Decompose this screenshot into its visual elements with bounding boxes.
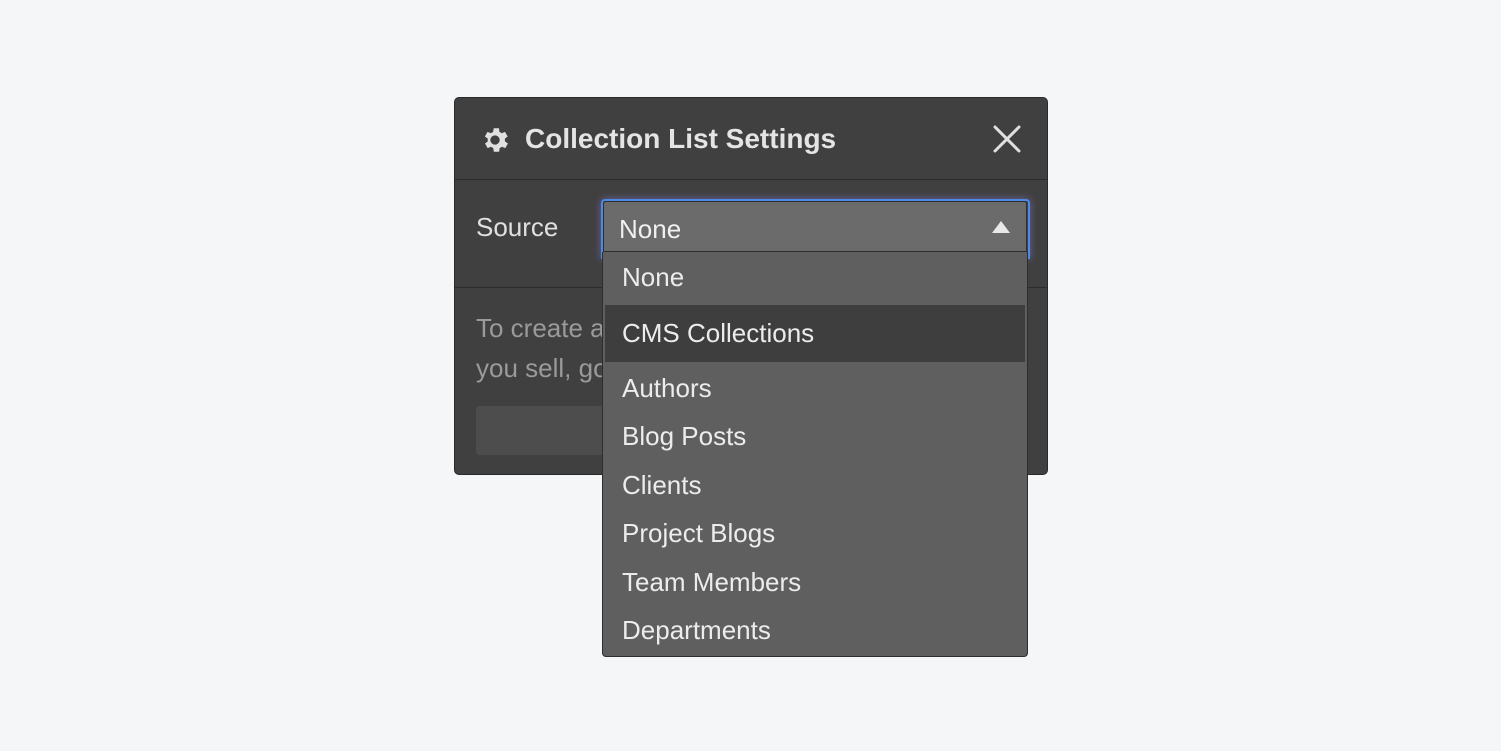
close-icon[interactable] [991,122,1023,156]
option-project-blogs[interactable]: Project Blogs [603,510,1027,559]
source-select[interactable]: None [603,201,1027,252]
source-label: Source [476,212,559,242]
panel-title: Collection List Settings [525,123,837,154]
source-select-value: None [619,214,682,244]
option-none[interactable]: None [603,252,1027,304]
caret-up-icon [992,221,1010,233]
panel-header: Collection List Settings [455,98,1047,180]
option-group-cms-collections: CMS Collections [605,305,1025,362]
option-authors[interactable]: Authors [603,365,1027,413]
option-blog-posts[interactable]: Blog Posts [603,413,1027,462]
option-clients[interactable]: Clients [603,462,1027,510]
source-dropdown-menu: None CMS Collections Authors Blog Posts … [602,252,1028,657]
option-team-members[interactable]: Team Members [603,559,1027,607]
gear-icon [484,128,508,152]
option-departments[interactable]: Departments [603,607,1027,656]
